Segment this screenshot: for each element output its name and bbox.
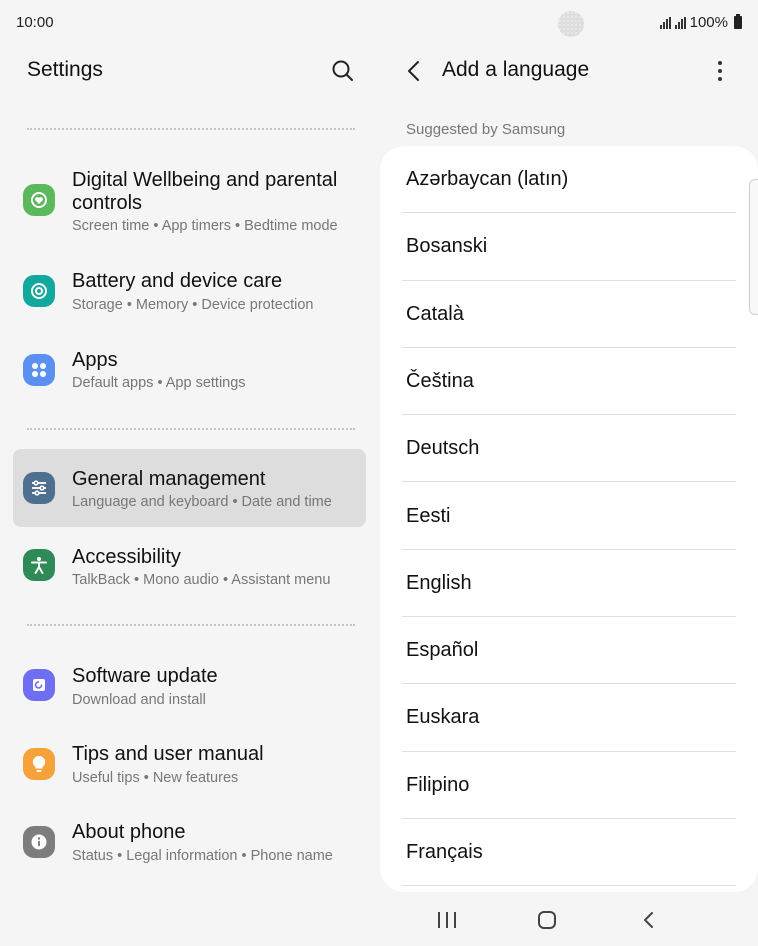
more-options-icon: [718, 61, 722, 65]
device-care-icon: [23, 275, 55, 307]
page-title: Add a language: [442, 58, 590, 81]
search-icon: [332, 60, 353, 81]
language-item[interactable]: Français: [402, 819, 736, 887]
settings-pane: Settings Digital Wellbeing and parental …: [0, 46, 380, 946]
section-divider: [27, 428, 355, 430]
settings-item-title: About phone: [72, 821, 186, 843]
language-label: Eesti: [406, 504, 451, 527]
home-button[interactable]: [538, 911, 556, 929]
language-item[interactable]: Español: [402, 617, 736, 685]
language-label: Español: [406, 639, 479, 662]
settings-item-title: Software update: [72, 665, 218, 687]
language-label: Deutsch: [406, 437, 480, 460]
digital-wellbeing-icon: [23, 184, 55, 216]
language-item[interactable]: Filipino: [402, 752, 736, 819]
signal-icon: [659, 16, 671, 29]
settings-item-battery-device-care[interactable]: Battery and device care Storage • Memory…: [13, 260, 366, 320]
section-divider: [27, 624, 355, 626]
recent-apps-button[interactable]: [438, 912, 456, 928]
accessibility-icon: [23, 549, 55, 581]
settings-item-title: Tips and user manual: [72, 743, 264, 765]
settings-item-subtitle: Storage • Memory • Device protection: [72, 297, 314, 313]
settings-item-tips-user-manual[interactable]: Tips and user manual Useful tips • New f…: [13, 733, 366, 793]
settings-item-about-phone[interactable]: About phone Status • Legal information •…: [13, 811, 366, 871]
status-indicators: 100%: [659, 14, 742, 31]
settings-item-subtitle: Status • Legal information • Phone name: [72, 848, 333, 864]
settings-item-title: General management: [72, 468, 266, 490]
settings-item-apps[interactable]: Apps Default apps • App settings: [13, 339, 366, 399]
settings-item-accessibility[interactable]: Accessibility TalkBack • Mono audio • As…: [13, 536, 366, 596]
section-header: Suggested by Samsung: [406, 121, 566, 138]
nav-back-button[interactable]: [639, 910, 659, 930]
more-options-button[interactable]: [710, 58, 730, 84]
language-label: Euskara: [406, 706, 480, 729]
language-item[interactable]: English: [402, 550, 736, 618]
settings-item-subtitle: Language and keyboard • Date and time: [72, 494, 332, 510]
language-item[interactable]: Català: [402, 281, 736, 348]
language-label: Bosanski: [406, 235, 488, 258]
battery-percent: 100%: [689, 14, 728, 31]
status-bar: 10:00 100%: [0, 0, 758, 46]
language-label: Čeština: [406, 369, 474, 392]
language-label: Català: [406, 302, 464, 325]
language-label: English: [406, 571, 472, 594]
language-label: Filipino: [406, 773, 470, 796]
chevron-left-icon: [408, 61, 419, 81]
camera-cutout: [558, 11, 584, 37]
settings-item-general-management[interactable]: General management Language and keyboard…: [13, 449, 366, 527]
search-button[interactable]: [330, 58, 356, 84]
battery-icon: [734, 14, 742, 29]
signal-icon-2: [674, 16, 686, 29]
status-time: 10:00: [16, 14, 54, 31]
info-icon: [23, 826, 55, 858]
back-button[interactable]: [402, 58, 428, 84]
language-label: Français: [406, 841, 483, 863]
settings-item-software-update[interactable]: Software update Download and install: [13, 655, 366, 715]
tips-icon: [23, 748, 55, 780]
language-item[interactable]: Čeština: [402, 348, 736, 416]
navigation-bar: [380, 892, 758, 946]
settings-title: Settings: [27, 58, 103, 81]
scrollbar[interactable]: [749, 179, 758, 315]
apps-icon: [23, 354, 55, 386]
settings-item-title: Battery and device care: [72, 270, 283, 292]
software-update-icon: [23, 669, 55, 701]
settings-item-subtitle: Download and install: [72, 692, 206, 708]
language-item[interactable]: Deutsch: [402, 415, 736, 483]
settings-item-title: Apps: [72, 349, 118, 371]
back-icon: [644, 912, 653, 928]
language-item[interactable]: Bosanski: [402, 213, 736, 281]
language-item[interactable]: Azərbaycan (latın): [402, 146, 736, 214]
settings-item-subtitle: Default apps • App settings: [72, 375, 246, 391]
add-language-pane: Add a language Suggested by Samsung Azər…: [380, 46, 758, 946]
settings-item-subtitle: TalkBack • Mono audio • Assistant menu: [72, 572, 331, 588]
language-item[interactable]: Euskara: [402, 684, 736, 752]
settings-item-title: Accessibility: [72, 546, 181, 568]
settings-item-title: Digital Wellbeing and parental controls: [72, 169, 338, 214]
general-management-icon: [23, 472, 55, 504]
settings-item-digital-wellbeing[interactable]: Digital Wellbeing and parental controls …: [13, 159, 366, 241]
language-list: Azərbaycan (latın) Bosanski Català Češti…: [380, 146, 758, 892]
section-divider: [27, 128, 355, 130]
language-item[interactable]: Eesti: [402, 483, 736, 550]
language-label: Azərbaycan (latın): [406, 168, 569, 190]
settings-item-subtitle: Screen time • App timers • Bedtime mode: [72, 218, 338, 234]
settings-item-subtitle: Useful tips • New features: [72, 770, 239, 786]
